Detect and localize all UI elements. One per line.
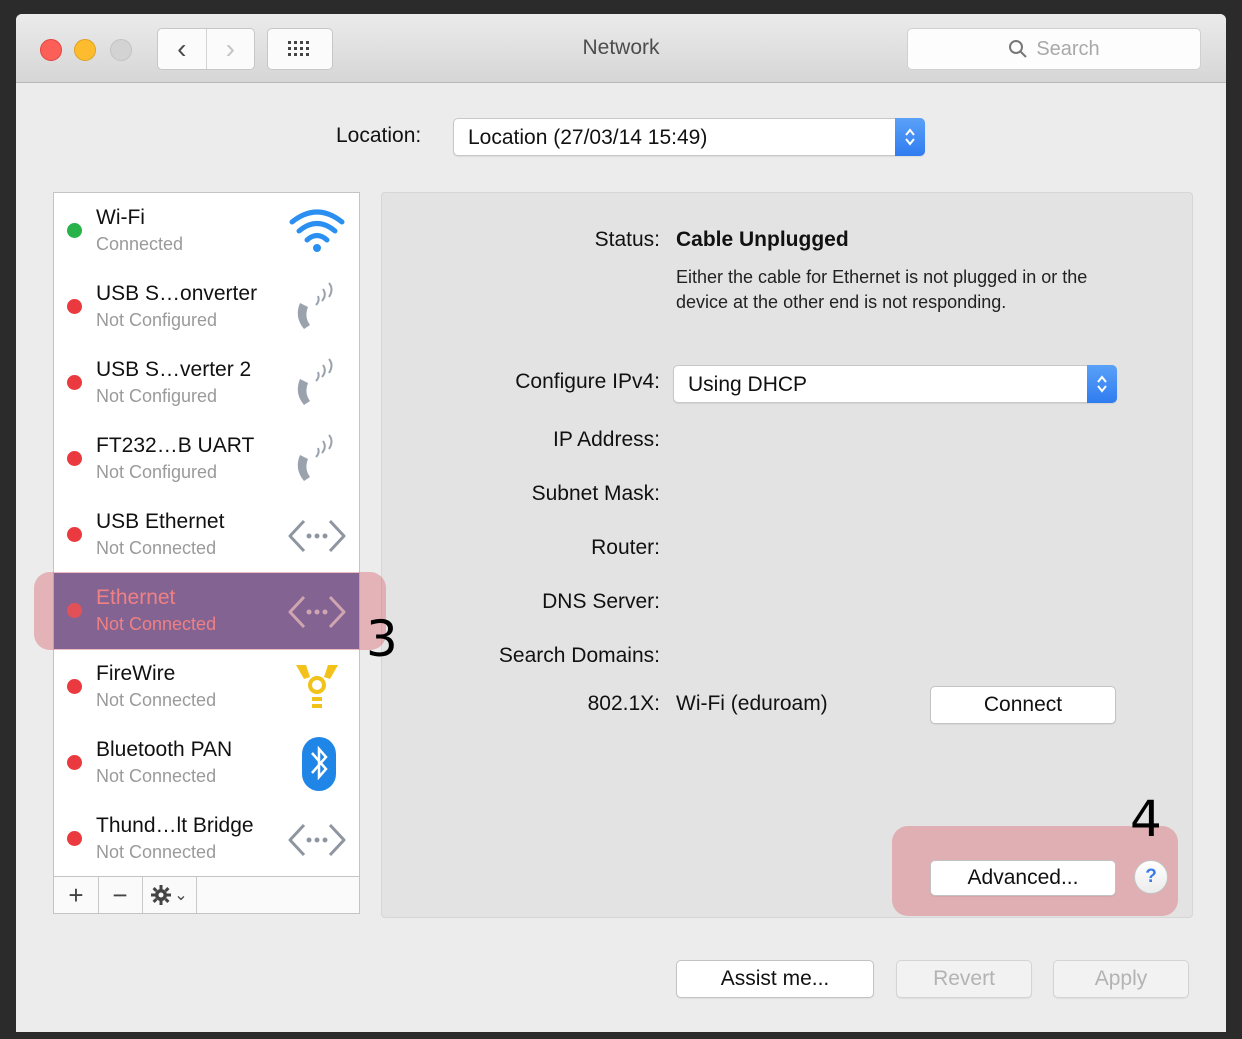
phone-modem-icon [297,282,333,329]
service-item-firewire[interactable]: FireWire Not Connected [54,649,359,725]
status-label: Status: [594,228,660,251]
service-name: Bluetooth PAN [96,738,233,761]
service-name: USB Ethernet [96,510,225,533]
configure-ipv4-label: Configure IPv4: [515,370,660,393]
updown-arrows-icon [1087,365,1117,403]
annotation-step-3: 3 [366,610,398,668]
service-name: USB S…onverter [96,282,258,305]
status-dot [67,831,82,846]
router-label: Router: [591,536,660,559]
dot1x-value: Wi-Fi (eduroam) [676,692,828,715]
service-item-wifi[interactable]: Wi-Fi Connected [54,193,359,269]
chevron-down-icon: ⌄ [174,887,188,904]
connect-button[interactable]: Connect [930,686,1116,724]
annotation-step-4: 4 [1130,790,1162,848]
service-status: Not Connected [96,766,217,786]
status-value: Cable Unplugged [676,228,849,251]
service-item-usb-ethernet[interactable]: USB Ethernet Not Connected [54,497,359,573]
add-service-button[interactable]: + [54,877,99,913]
status-dot [67,755,82,770]
location-label: Location: [336,124,422,147]
status-dot [67,451,82,466]
search-domains-label: Search Domains: [498,644,660,667]
phone-modem-icon [297,434,333,481]
status-dot [67,527,82,542]
service-name: USB S…verter 2 [96,358,252,381]
configure-ipv4-value: Using DHCP [688,373,808,396]
remove-service-button[interactable]: − [98,877,143,913]
service-status: Not Configured [96,386,218,406]
ip-address-label: IP Address: [552,428,660,451]
status-dot [67,679,82,694]
ethernet-icon [288,823,346,857]
search-placeholder: Search [1036,37,1100,60]
plus-icon: + [68,879,84,910]
status-dot [67,223,82,238]
revert-button[interactable]: Revert [896,960,1032,998]
service-item-thunderbolt-bridge[interactable]: Thund…lt Bridge Not Connected [54,801,359,877]
firewire-icon [296,665,338,708]
search-field[interactable]: Search [907,28,1201,70]
status-dot [67,375,82,390]
service-item-bluetooth-pan[interactable]: Bluetooth PAN Not Connected [54,725,359,801]
action-menu-button[interactable]: ⌄ [142,877,197,913]
service-name: Thund…lt Bridge [96,814,254,837]
service-name: FireWire [96,662,176,685]
phone-modem-icon [297,358,333,405]
dns-server-label: DNS Server: [542,590,660,613]
service-name: FT232…B UART [96,434,255,457]
service-status: Not Configured [96,310,218,330]
service-item-ft232-uart[interactable]: FT232…B UART Not Configured [54,421,359,497]
service-status: Not Connected [96,538,217,558]
service-name: Wi-Fi [96,206,145,229]
search-icon [1009,40,1028,58]
help-button[interactable]: ? [1134,860,1168,894]
network-window: ‹ › Network Search Location: Location (2… [16,14,1226,1032]
updown-arrows-icon [895,118,925,156]
status-dot [67,299,82,314]
title-bar: ‹ › Network Search [16,14,1226,83]
minus-icon: − [112,879,128,910]
location-popup[interactable]: Location (27/03/14 15:49) [453,118,925,156]
location-value: Location (27/03/14 15:49) [468,126,708,149]
service-list: Wi-Fi Connected USB S…onverter Not Confi… [53,192,360,878]
service-list-toolbar: + − ⌄ [53,876,360,914]
configure-ipv4-popup[interactable]: Using DHCP [673,365,1117,403]
assist-me-button[interactable]: Assist me... [676,960,874,998]
service-status: Not Connected [96,842,217,862]
service-item-usb-serial-converter-2[interactable]: USB S…verter 2 Not Configured [54,345,359,421]
subnet-mask-label: Subnet Mask: [531,482,660,505]
gear-icon [151,885,172,905]
service-status: Not Configured [96,462,218,482]
service-item-usb-serial-converter[interactable]: USB S…onverter Not Configured [54,269,359,345]
bluetooth-icon [302,737,336,791]
ethernet-icon [288,519,346,553]
wifi-icon [289,209,345,252]
apply-button[interactable]: Apply [1053,960,1189,998]
advanced-button[interactable]: Advanced... [930,860,1116,896]
service-status: Connected [96,234,184,254]
annotation-highlight-3 [34,572,386,650]
status-description: Either the cable for Ethernet is not plu… [676,267,1088,312]
dot1x-label: 802.1X: [587,692,660,715]
service-status: Not Connected [96,690,217,710]
